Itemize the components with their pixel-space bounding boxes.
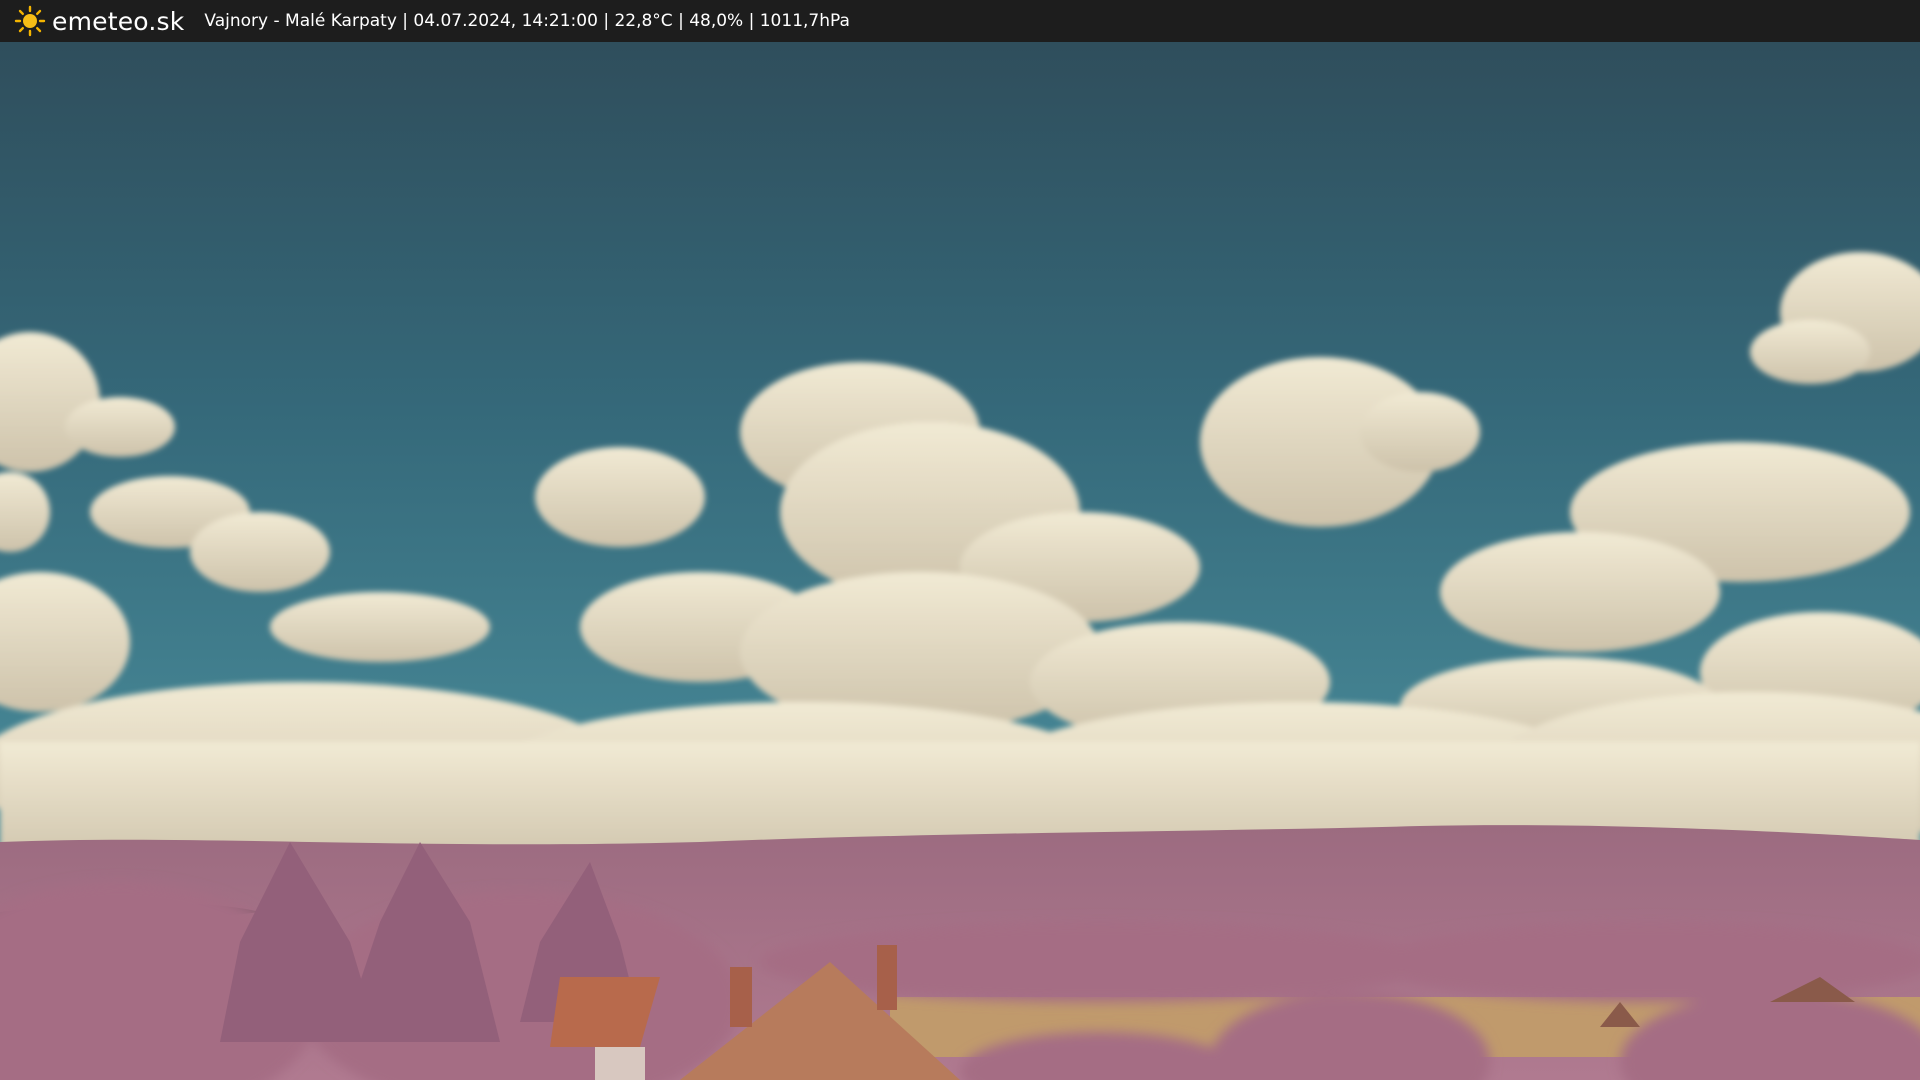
sun-icon [14,5,46,37]
station-caption: Vajnory - Malé Karpaty | 04.07.2024, 14:… [204,11,850,31]
brand-name: emeteo.sk [52,6,185,36]
top-bar: emeteo.sk Vajnory - Malé Karpaty | 04.07… [0,0,1920,42]
webcam-image [0,42,1920,1080]
logo[interactable]: emeteo.sk [14,5,184,37]
